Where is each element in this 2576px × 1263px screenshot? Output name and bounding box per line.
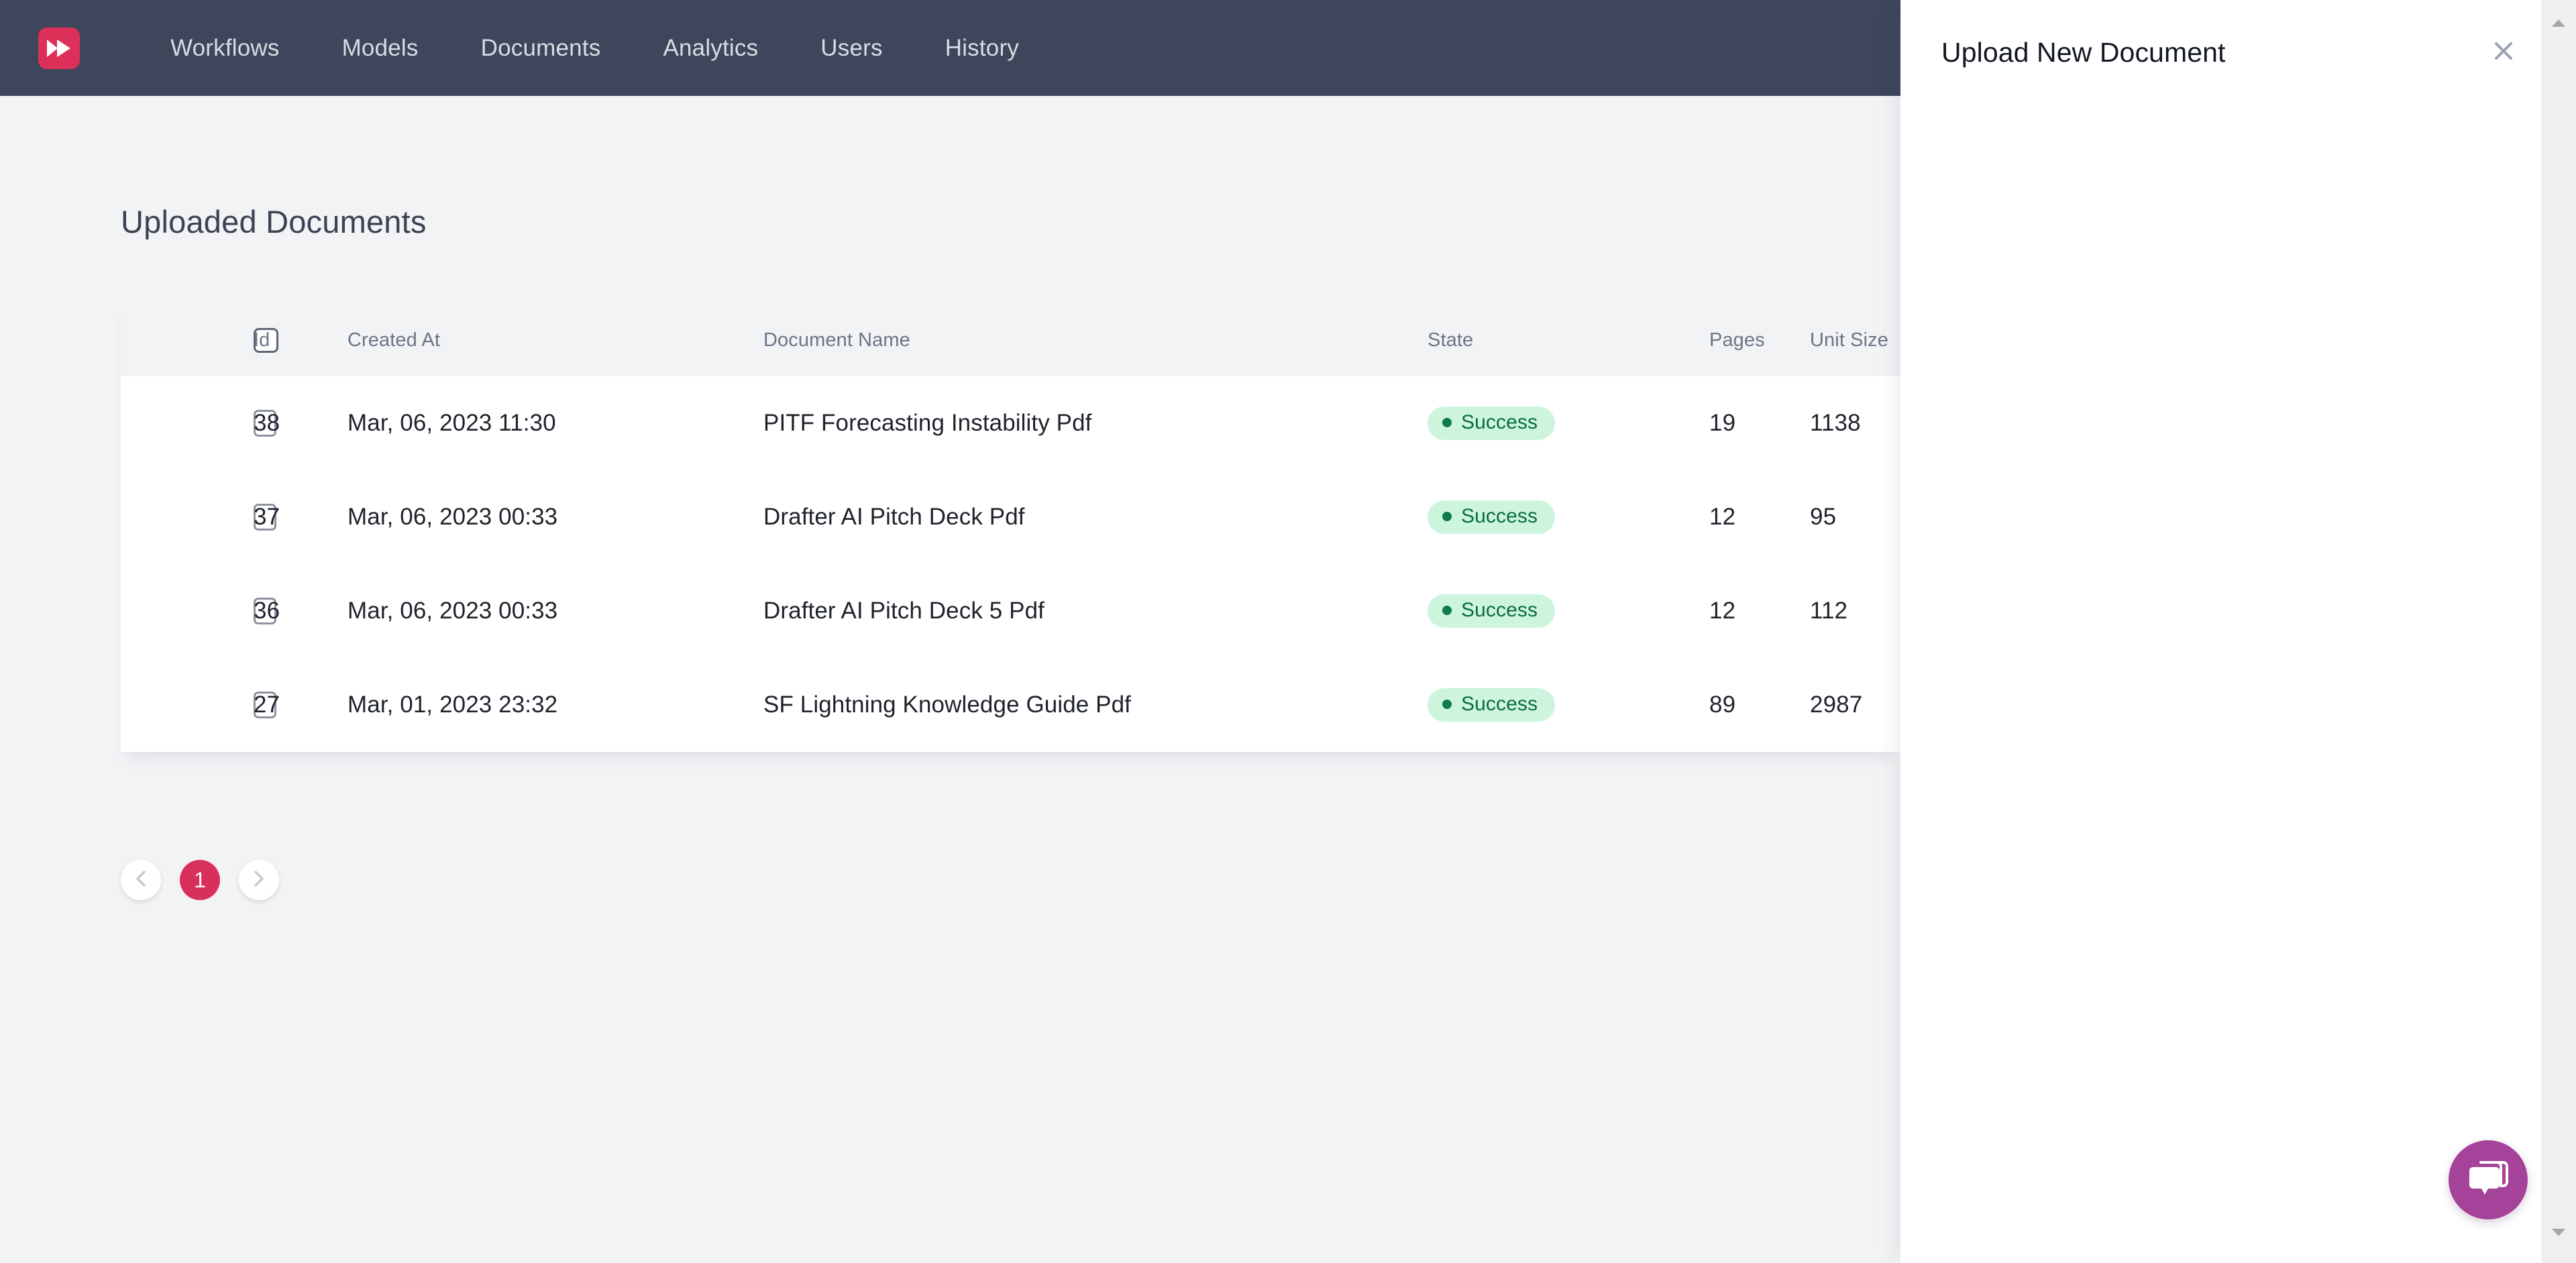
pagination-prev-button[interactable] [121,860,161,900]
cell-state: Success [1428,376,1709,470]
table-row[interactable]: 38 Mar, 06, 2023 11:30 PITF Forecasting … [121,376,1900,470]
row-select-cell [121,658,276,752]
cell-pages: 89 [1709,692,1736,718]
table-header-row: Id Created At Document Name State Pages … [121,304,1900,376]
cell-id: 36 [254,598,280,624]
scrollbar-down-button[interactable] [2541,1216,2576,1251]
nav-link-users[interactable]: Users [820,35,882,62]
cell-pages: 19 [1709,410,1736,436]
scrollbar-up-button[interactable] [2541,7,2576,42]
scroll-up-arrow-icon [2551,17,2567,32]
cell-unit-size: 1138 [1810,410,1861,436]
status-badge: Success [1428,688,1556,722]
status-badge-label: Success [1461,505,1538,527]
row-select-cell [121,470,276,564]
nav-link-analytics[interactable]: Analytics [663,35,758,62]
status-badge-label: Success [1461,411,1538,433]
nav-link-models[interactable]: Models [342,35,419,62]
status-badge: Success [1428,500,1556,534]
fast-forward-logo-icon [46,38,72,59]
close-panel-button[interactable] [2485,34,2522,71]
main-content: Uploaded Documents Id Created At Documen… [0,96,1900,1263]
status-dot-icon [1442,606,1452,615]
table-row[interactable]: 27 Mar, 01, 2023 23:32 SF Lightning Know… [121,658,1900,752]
app-root: Workflows Models Documents Analytics Use… [0,0,2576,1263]
upload-panel-header: Upload New Document [1941,32,2522,72]
cell-id: 38 [254,410,280,436]
cell-created-at: Mar, 06, 2023 00:33 [347,504,558,530]
chat-bubbles-icon [2467,1160,2509,1201]
cell-unit-size: 112 [1810,598,1848,624]
page-title: Uploaded Documents [121,204,427,239]
upload-panel-title: Upload New Document [1941,36,2226,68]
brand-logo[interactable] [38,27,80,69]
cell-pages: 12 [1709,504,1736,530]
pagination: 1 [121,860,279,900]
table-body: 38 Mar, 06, 2023 11:30 PITF Forecasting … [121,376,1900,752]
cell-id: 27 [254,692,280,718]
cell-created-at: Mar, 06, 2023 11:30 [347,410,556,436]
nav-link-documents[interactable]: Documents [481,35,601,62]
column-header-pages[interactable]: Pages [1709,304,1810,376]
cell-created-at: Mar, 06, 2023 00:33 [347,598,558,624]
cell-unit-size: 2987 [1810,692,1863,718]
row-select-cell [121,376,276,470]
status-dot-icon [1442,512,1452,521]
cell-state: Success [1428,564,1709,658]
nav-link-workflows[interactable]: Workflows [170,35,280,62]
table-header: Id Created At Document Name State Pages … [121,304,1900,376]
table-row[interactable]: 37 Mar, 06, 2023 00:33 Drafter AI Pitch … [121,470,1900,564]
upload-panel: Upload New Document [1900,0,2563,1263]
status-dot-icon [1442,700,1452,709]
cell-document-name: Drafter AI Pitch Deck 5 Pdf [763,598,1044,624]
nav-links: Workflows Models Documents Analytics Use… [170,35,1019,62]
chat-widget-button[interactable] [2449,1140,2528,1219]
pagination-page-1[interactable]: 1 [180,860,220,900]
page-scrollbar[interactable] [2541,0,2576,1263]
chevron-right-icon [252,870,266,891]
close-icon [2490,38,2517,68]
status-dot-icon [1442,418,1452,427]
cell-state: Success [1428,658,1709,752]
chevron-left-icon [133,870,148,891]
cell-state: Success [1428,470,1709,564]
documents-table: Id Created At Document Name State Pages … [121,304,1900,752]
cell-document-name: SF Lightning Knowledge Guide Pdf [763,692,1132,718]
select-all-header [121,304,278,376]
column-header-state[interactable]: State [1428,304,1709,376]
row-select-cell [121,564,276,658]
status-badge: Success [1428,594,1556,628]
cell-id: 37 [254,504,280,530]
nav-link-history[interactable]: History [945,35,1019,62]
pagination-next-button[interactable] [239,860,279,900]
column-header-created-at[interactable]: Created At [347,304,763,376]
column-header-unit-size[interactable]: Unit Size [1810,304,1900,376]
column-header-id[interactable]: Id [254,304,347,376]
table-row[interactable]: 36 Mar, 06, 2023 00:33 Drafter AI Pitch … [121,564,1900,658]
cell-unit-size: 95 [1810,504,1837,530]
status-badge: Success [1428,406,1556,440]
documents-table-card: Id Created At Document Name State Pages … [121,304,1900,752]
cell-document-name: PITF Forecasting Instability Pdf [763,410,1092,436]
cell-document-name: Drafter AI Pitch Deck Pdf [763,504,1025,530]
column-header-document-name[interactable]: Document Name [763,304,1428,376]
cell-created-at: Mar, 01, 2023 23:32 [347,692,558,718]
scroll-down-arrow-icon [2551,1227,2567,1241]
status-badge-label: Success [1461,599,1538,621]
status-badge-label: Success [1461,693,1538,715]
cell-pages: 12 [1709,598,1736,624]
